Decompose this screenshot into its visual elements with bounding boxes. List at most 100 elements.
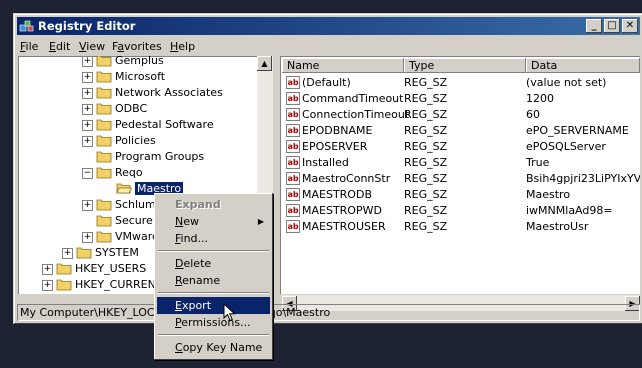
value-row[interactable]: ab ConnectionTimeout REG_SZ 60	[282, 107, 640, 123]
menu-view[interactable]: View	[79, 40, 105, 53]
expand-toggle-icon[interactable]: +	[82, 72, 93, 83]
menu-file[interactable]: File	[20, 40, 38, 53]
value-type: REG_SZ	[404, 92, 448, 105]
value-data: 1200	[526, 92, 554, 105]
context-menu-export[interactable]: Export	[157, 297, 270, 314]
value-row[interactable]: ab MAESTROUSER REG_SZ MaestroUsr	[282, 219, 640, 235]
status-bar: My Computer\HKEY_LOCAL_ eqo\Maestro	[17, 304, 640, 321]
context-menu-find[interactable]: Find...	[157, 230, 270, 247]
context-menu-label: New	[175, 215, 199, 228]
registry-values-list[interactable]: Name Type Data ab (Default) REG_SZ (value n…	[280, 56, 640, 294]
scroll-up-arrow-icon[interactable]: ▲	[257, 56, 272, 71]
folder-icon	[96, 87, 112, 99]
context-menu-permissions[interactable]: Permissions...	[157, 314, 270, 331]
value-row[interactable]: ab EPOSERVER REG_SZ ePOSQLServer	[282, 139, 640, 155]
string-value-icon: ab	[286, 204, 300, 217]
value-type: REG_SZ	[404, 124, 448, 137]
menu-favorites[interactable]: Favorites	[112, 40, 162, 53]
menu-edit[interactable]: Edit	[49, 40, 70, 53]
value-row[interactable]: ab Installed REG_SZ True	[282, 155, 640, 171]
expand-toggle-icon[interactable]: +	[82, 104, 93, 115]
folder-icon	[56, 263, 72, 275]
folder-icon	[96, 199, 112, 211]
tree-node-label: Reqo	[115, 166, 143, 179]
context-menu-label: Permissions...	[175, 316, 251, 329]
string-value-icon: ab	[286, 92, 300, 105]
value-name: EPOSERVER	[302, 140, 368, 153]
folder-icon	[76, 247, 92, 259]
value-row[interactable]: ab EPODBNAME REG_SZ ePO_SERVERNAME	[282, 123, 640, 139]
value-type: REG_SZ	[404, 204, 448, 217]
expand-toggle-icon[interactable]: +	[42, 264, 53, 275]
folder-icon	[96, 119, 112, 131]
context-menu-label: Rename	[175, 274, 221, 287]
value-name: CommandTimeout	[302, 92, 404, 105]
value-row[interactable]: ab MAESTROPWD REG_SZ iwMNMlaAd98=	[282, 203, 640, 219]
menu-help[interactable]: Help	[170, 40, 195, 53]
minimize-button[interactable]: _	[586, 19, 602, 33]
value-name: (Default)	[302, 76, 351, 89]
expand-toggle-icon[interactable]: +	[82, 88, 93, 99]
value-name: MaestroConnStr	[302, 172, 391, 185]
collapse-toggle-icon[interactable]: −	[82, 168, 93, 179]
folder-icon	[96, 56, 112, 67]
string-value-icon: ab	[286, 124, 300, 137]
expand-toggle-icon[interactable]: +	[42, 280, 53, 291]
value-name: Installed	[302, 156, 349, 169]
registry-editor-window: Registry Editor _ □ ✕ File Edit View Favori…	[13, 13, 642, 324]
value-data: iwMNMlaAd98=	[526, 204, 613, 217]
value-row[interactable]: ab CommandTimeout REG_SZ 1200	[282, 91, 640, 107]
string-value-icon: ab	[286, 140, 300, 153]
tree-node-label: SYSTEM	[95, 246, 139, 259]
menu-separator	[158, 334, 269, 336]
menu-separator	[158, 292, 269, 294]
value-type: REG_SZ	[404, 140, 448, 153]
window-title: Registry Editor	[38, 19, 136, 33]
context-menu-delete[interactable]: Delete	[157, 255, 270, 272]
expand-toggle-icon[interactable]: +	[82, 136, 93, 147]
column-header-type[interactable]: Type	[404, 58, 526, 73]
value-type: REG_SZ	[404, 220, 448, 233]
context-menu-new[interactable]: New ▶	[157, 213, 270, 230]
tree-node-label: Program Groups	[115, 150, 205, 163]
open-folder-icon	[116, 183, 132, 194]
value-name: ConnectionTimeout	[302, 108, 410, 121]
folder-icon	[96, 135, 112, 147]
value-name: MAESTROPWD	[302, 204, 382, 217]
string-value-icon: ab	[286, 108, 300, 121]
value-type: REG_SZ	[404, 172, 448, 185]
value-name: MAESTROUSER	[302, 220, 386, 233]
submenu-arrow-icon: ▶	[257, 217, 264, 226]
value-data: True	[526, 156, 550, 169]
menu-bar: File Edit View Favorites Help	[17, 37, 640, 55]
context-menu-copy-key-name[interactable]: Copy Key Name	[157, 339, 270, 356]
tree-node-label: ODBC	[115, 102, 148, 115]
column-header-data[interactable]: Data	[526, 58, 640, 73]
maximize-button[interactable]: □	[604, 19, 620, 33]
expand-toggle-icon[interactable]: +	[82, 120, 93, 131]
title-bar[interactable]: Registry Editor _ □ ✕	[17, 17, 640, 35]
column-header-name[interactable]: Name	[282, 58, 404, 73]
folder-icon	[96, 103, 112, 115]
close-button[interactable]: ✕	[622, 19, 638, 33]
folder-icon	[96, 167, 112, 179]
expand-toggle-icon[interactable]: +	[82, 56, 93, 67]
tree-node-label: Network Associates	[115, 86, 223, 99]
context-menu-label: Copy Key Name	[175, 341, 263, 354]
value-row[interactable]: ab MaestroConnStr REG_SZ Bsih4gpjri23LiPYIx…	[282, 171, 640, 187]
expand-toggle-icon[interactable]: +	[82, 200, 93, 211]
expand-toggle-icon[interactable]: +	[82, 232, 93, 243]
tree-node-label: Microsoft	[115, 70, 166, 83]
string-value-icon: ab	[286, 220, 300, 233]
context-menu-rename[interactable]: Rename	[157, 272, 270, 289]
context-menu-label: Export	[175, 299, 212, 312]
folder-icon	[96, 231, 112, 243]
expand-toggle-icon[interactable]: +	[62, 248, 73, 259]
context-menu-expand[interactable]: Expand	[157, 196, 270, 213]
tree-node-label: Policies	[115, 134, 156, 147]
tree-node-label: Pedestal Software	[115, 118, 214, 131]
value-row[interactable]: ab MAESTRODB REG_SZ Maestro	[282, 187, 640, 203]
tree-node-label: Secure	[115, 214, 153, 227]
tree-node-label: Gemplus	[115, 56, 164, 67]
value-row[interactable]: ab (Default) REG_SZ (value not set)	[282, 75, 640, 91]
